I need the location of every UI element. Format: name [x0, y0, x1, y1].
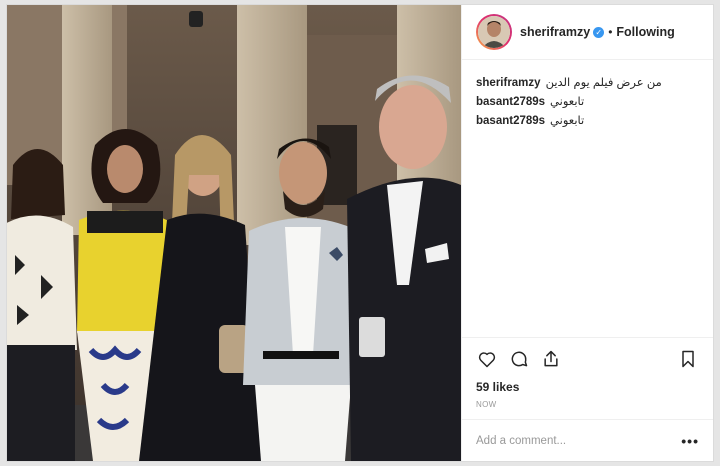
- post-photo[interactable]: [7, 5, 461, 461]
- post-header: sheriframzy ✓ • Following: [462, 5, 713, 60]
- post-sidebar: sheriframzy ✓ • Following sheriframzy من …: [461, 5, 713, 461]
- verified-badge-icon: ✓: [593, 26, 605, 38]
- comment-text: تابعوني: [550, 96, 585, 108]
- bookmark-icon[interactable]: [677, 348, 699, 370]
- heart-icon[interactable]: [476, 348, 498, 370]
- action-icons-row: [476, 346, 699, 372]
- comment-item: basant2789s تابعوني: [476, 93, 699, 112]
- avatar[interactable]: [476, 14, 512, 50]
- following-button[interactable]: Following: [616, 25, 674, 39]
- comment-username[interactable]: basant2789s: [476, 115, 545, 127]
- comment-icon[interactable]: [508, 348, 530, 370]
- author-username[interactable]: sheriframzy: [520, 25, 590, 39]
- post-timestamp[interactable]: NOW: [476, 400, 699, 409]
- comment-username[interactable]: sheriframzy: [476, 77, 541, 89]
- post-image: [7, 5, 461, 461]
- post-card: sheriframzy ✓ • Following sheriframzy من …: [6, 4, 714, 462]
- likes-count[interactable]: 59 likes: [476, 380, 699, 394]
- screen-frame: sheriframzy ✓ • Following sheriframzy من …: [0, 0, 720, 466]
- add-comment-bar: Add a comment... •••: [462, 419, 713, 461]
- comment-item: sheriframzy من عرض فيلم يوم الدين: [476, 74, 699, 93]
- share-icon[interactable]: [540, 348, 562, 370]
- avatar-image: [478, 16, 510, 48]
- comment-text: من عرض فيلم يوم الدين: [545, 77, 662, 89]
- header-separator: •: [608, 25, 613, 39]
- add-comment-input[interactable]: Add a comment...: [476, 435, 681, 447]
- comment-username[interactable]: basant2789s: [476, 96, 545, 108]
- more-options-icon[interactable]: •••: [681, 433, 699, 449]
- post-actions: 59 likes NOW: [462, 337, 713, 419]
- comment-item: basant2789s تابعوني: [476, 112, 699, 131]
- comment-text: تابعوني: [550, 115, 585, 127]
- comment-list: sheriframzy من عرض فيلم يوم الدين basant2…: [462, 60, 713, 337]
